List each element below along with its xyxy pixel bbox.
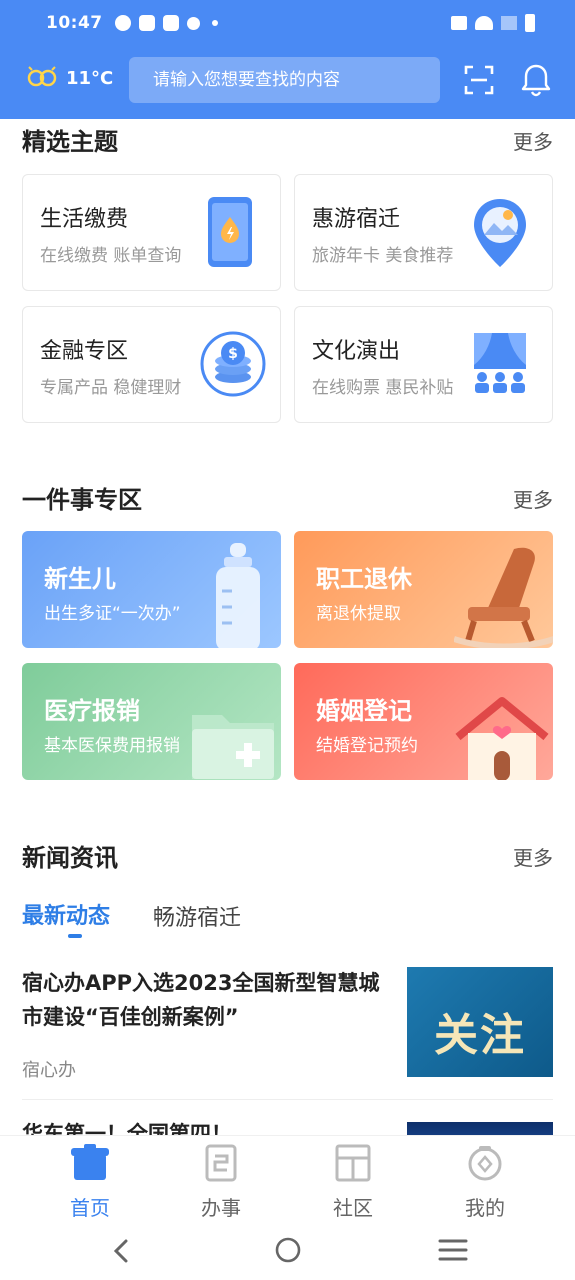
- service-card-newborn[interactable]: 新生儿 出生多证“一次办”: [22, 531, 281, 648]
- topic-card-subtitle: 在线购票 惠民补贴: [312, 378, 454, 398]
- system-navigation-bar: [0, 1225, 575, 1280]
- one-thing-more-link[interactable]: 更多: [513, 484, 553, 513]
- search-input[interactable]: 请输入您想要查找的内容: [129, 57, 440, 103]
- topic-card-finance[interactable]: 金融专区 专属产品 稳健理财 $: [22, 306, 281, 423]
- news-divider: [22, 1099, 553, 1100]
- mail-notification-icon-2: [162, 15, 179, 31]
- nav-label: 首页: [70, 1196, 110, 1220]
- search-placeholder: 请输入您想要查找的内容: [153, 70, 340, 90]
- temperature-label: 11°C: [66, 67, 114, 89]
- topic-card-subtitle: 专属产品 稳健理财: [40, 378, 182, 398]
- nav-label: 办事: [201, 1196, 241, 1220]
- nav-item-services[interactable]: 办事: [171, 1144, 271, 1221]
- one-thing-section-title: 一件事专区: [22, 486, 142, 514]
- bell-icon[interactable]: [520, 63, 552, 97]
- community-icon: [335, 1144, 371, 1182]
- vibrate-icon: [451, 16, 467, 30]
- weather-widget[interactable]: 11°C: [26, 64, 113, 92]
- featured-more-link[interactable]: 更多: [513, 126, 553, 155]
- battery-icon: [525, 14, 535, 32]
- active-tab-indicator: [68, 934, 82, 938]
- status-time: 10:47: [46, 13, 103, 33]
- service-card-retirement[interactable]: 职工退休 离退休提取: [294, 531, 553, 648]
- notification-icons: [114, 15, 218, 31]
- topic-card-title: 文化演出: [312, 339, 401, 364]
- tab-tourism[interactable]: 畅游宿迁: [153, 900, 241, 932]
- system-status-icons: [451, 14, 535, 32]
- clock-notification-icon: [114, 15, 131, 31]
- topic-card-subtitle: 在线缴费 账单查询: [40, 246, 182, 266]
- topic-card-title: 金融专区: [40, 339, 129, 364]
- home-button-icon[interactable]: [273, 1235, 303, 1265]
- signal-icon: [501, 16, 517, 30]
- topic-card-utility[interactable]: 生活缴费 在线缴费 账单查询: [22, 174, 281, 291]
- news-more-link[interactable]: 更多: [513, 842, 553, 871]
- nav-item-community[interactable]: 社区: [303, 1144, 403, 1221]
- service-card-medical[interactable]: 医疗报销 基本医保费用报销: [22, 663, 281, 780]
- phone-bill-icon: [208, 197, 252, 267]
- shield-notification-icon: [186, 16, 200, 30]
- service-card-subtitle: 结婚登记预约: [316, 736, 418, 756]
- profile-icon: [468, 1146, 502, 1181]
- status-bar: 10:47: [46, 10, 535, 36]
- mail-notification-icon: [138, 15, 155, 31]
- house-heart-icon: [455, 697, 549, 780]
- service-card-subtitle: 离退休提取: [316, 604, 401, 624]
- recents-icon[interactable]: [438, 1237, 468, 1263]
- coins-icon: $: [200, 331, 266, 397]
- topic-card-title: 惠游宿迁: [312, 207, 401, 232]
- app-header: 10:47 11°C 请输入您想要查找的内容: [0, 0, 575, 119]
- nav-label: 我的: [465, 1196, 505, 1220]
- more-notifications-icon: [211, 20, 218, 26]
- home-icon: [71, 1144, 109, 1180]
- nav-item-home[interactable]: 首页: [40, 1144, 140, 1221]
- topic-card-subtitle: 旅游年卡 美食推荐: [312, 246, 454, 266]
- news-item-thumbnail[interactable]: 关注: [407, 967, 553, 1077]
- service-card-title: 新生儿: [44, 565, 116, 593]
- svg-text:$: $: [228, 346, 238, 362]
- news-item-source: 宿心办: [22, 1060, 76, 1081]
- thumbnail-text: 关注: [434, 1010, 526, 1061]
- service-card-subtitle: 出生多证“一次办”: [44, 604, 181, 624]
- bottom-navigation: 首页 办事 社区 我的: [0, 1135, 575, 1225]
- nav-item-profile[interactable]: 我的: [435, 1144, 535, 1221]
- theater-icon: [474, 333, 526, 393]
- rocking-chair-icon: [454, 547, 553, 648]
- featured-section-title: 精选主题: [22, 128, 118, 156]
- topic-card-title: 生活缴费: [40, 207, 129, 232]
- medical-folder-icon: [192, 715, 274, 779]
- tab-latest[interactable]: 最新动态: [22, 898, 110, 930]
- service-card-title: 职工退休: [316, 565, 412, 593]
- nav-label: 社区: [333, 1196, 373, 1220]
- service-card-subtitle: 基本医保费用报销: [44, 736, 180, 756]
- services-icon: [205, 1144, 237, 1182]
- news-section-title: 新闻资讯: [22, 844, 118, 872]
- location-pin-icon: [474, 199, 526, 267]
- service-card-title: 医疗报销: [44, 697, 140, 725]
- topic-card-culture[interactable]: 文化演出 在线购票 惠民补贴: [294, 306, 553, 423]
- scan-icon[interactable]: [463, 64, 495, 96]
- weather-icon: [27, 66, 57, 87]
- wifi-icon: [475, 16, 493, 30]
- topic-card-tourism[interactable]: 惠游宿迁 旅游年卡 美食推荐: [294, 174, 553, 291]
- baby-bottle-icon: [216, 543, 260, 648]
- service-card-title: 婚姻登记: [316, 697, 412, 725]
- back-icon[interactable]: [108, 1237, 136, 1265]
- service-card-marriage[interactable]: 婚姻登记 结婚登记预约: [294, 663, 553, 780]
- news-item-title[interactable]: 宿心办APP入选2023全国新型智慧城市建设“百佳创新案例”: [22, 966, 392, 1034]
